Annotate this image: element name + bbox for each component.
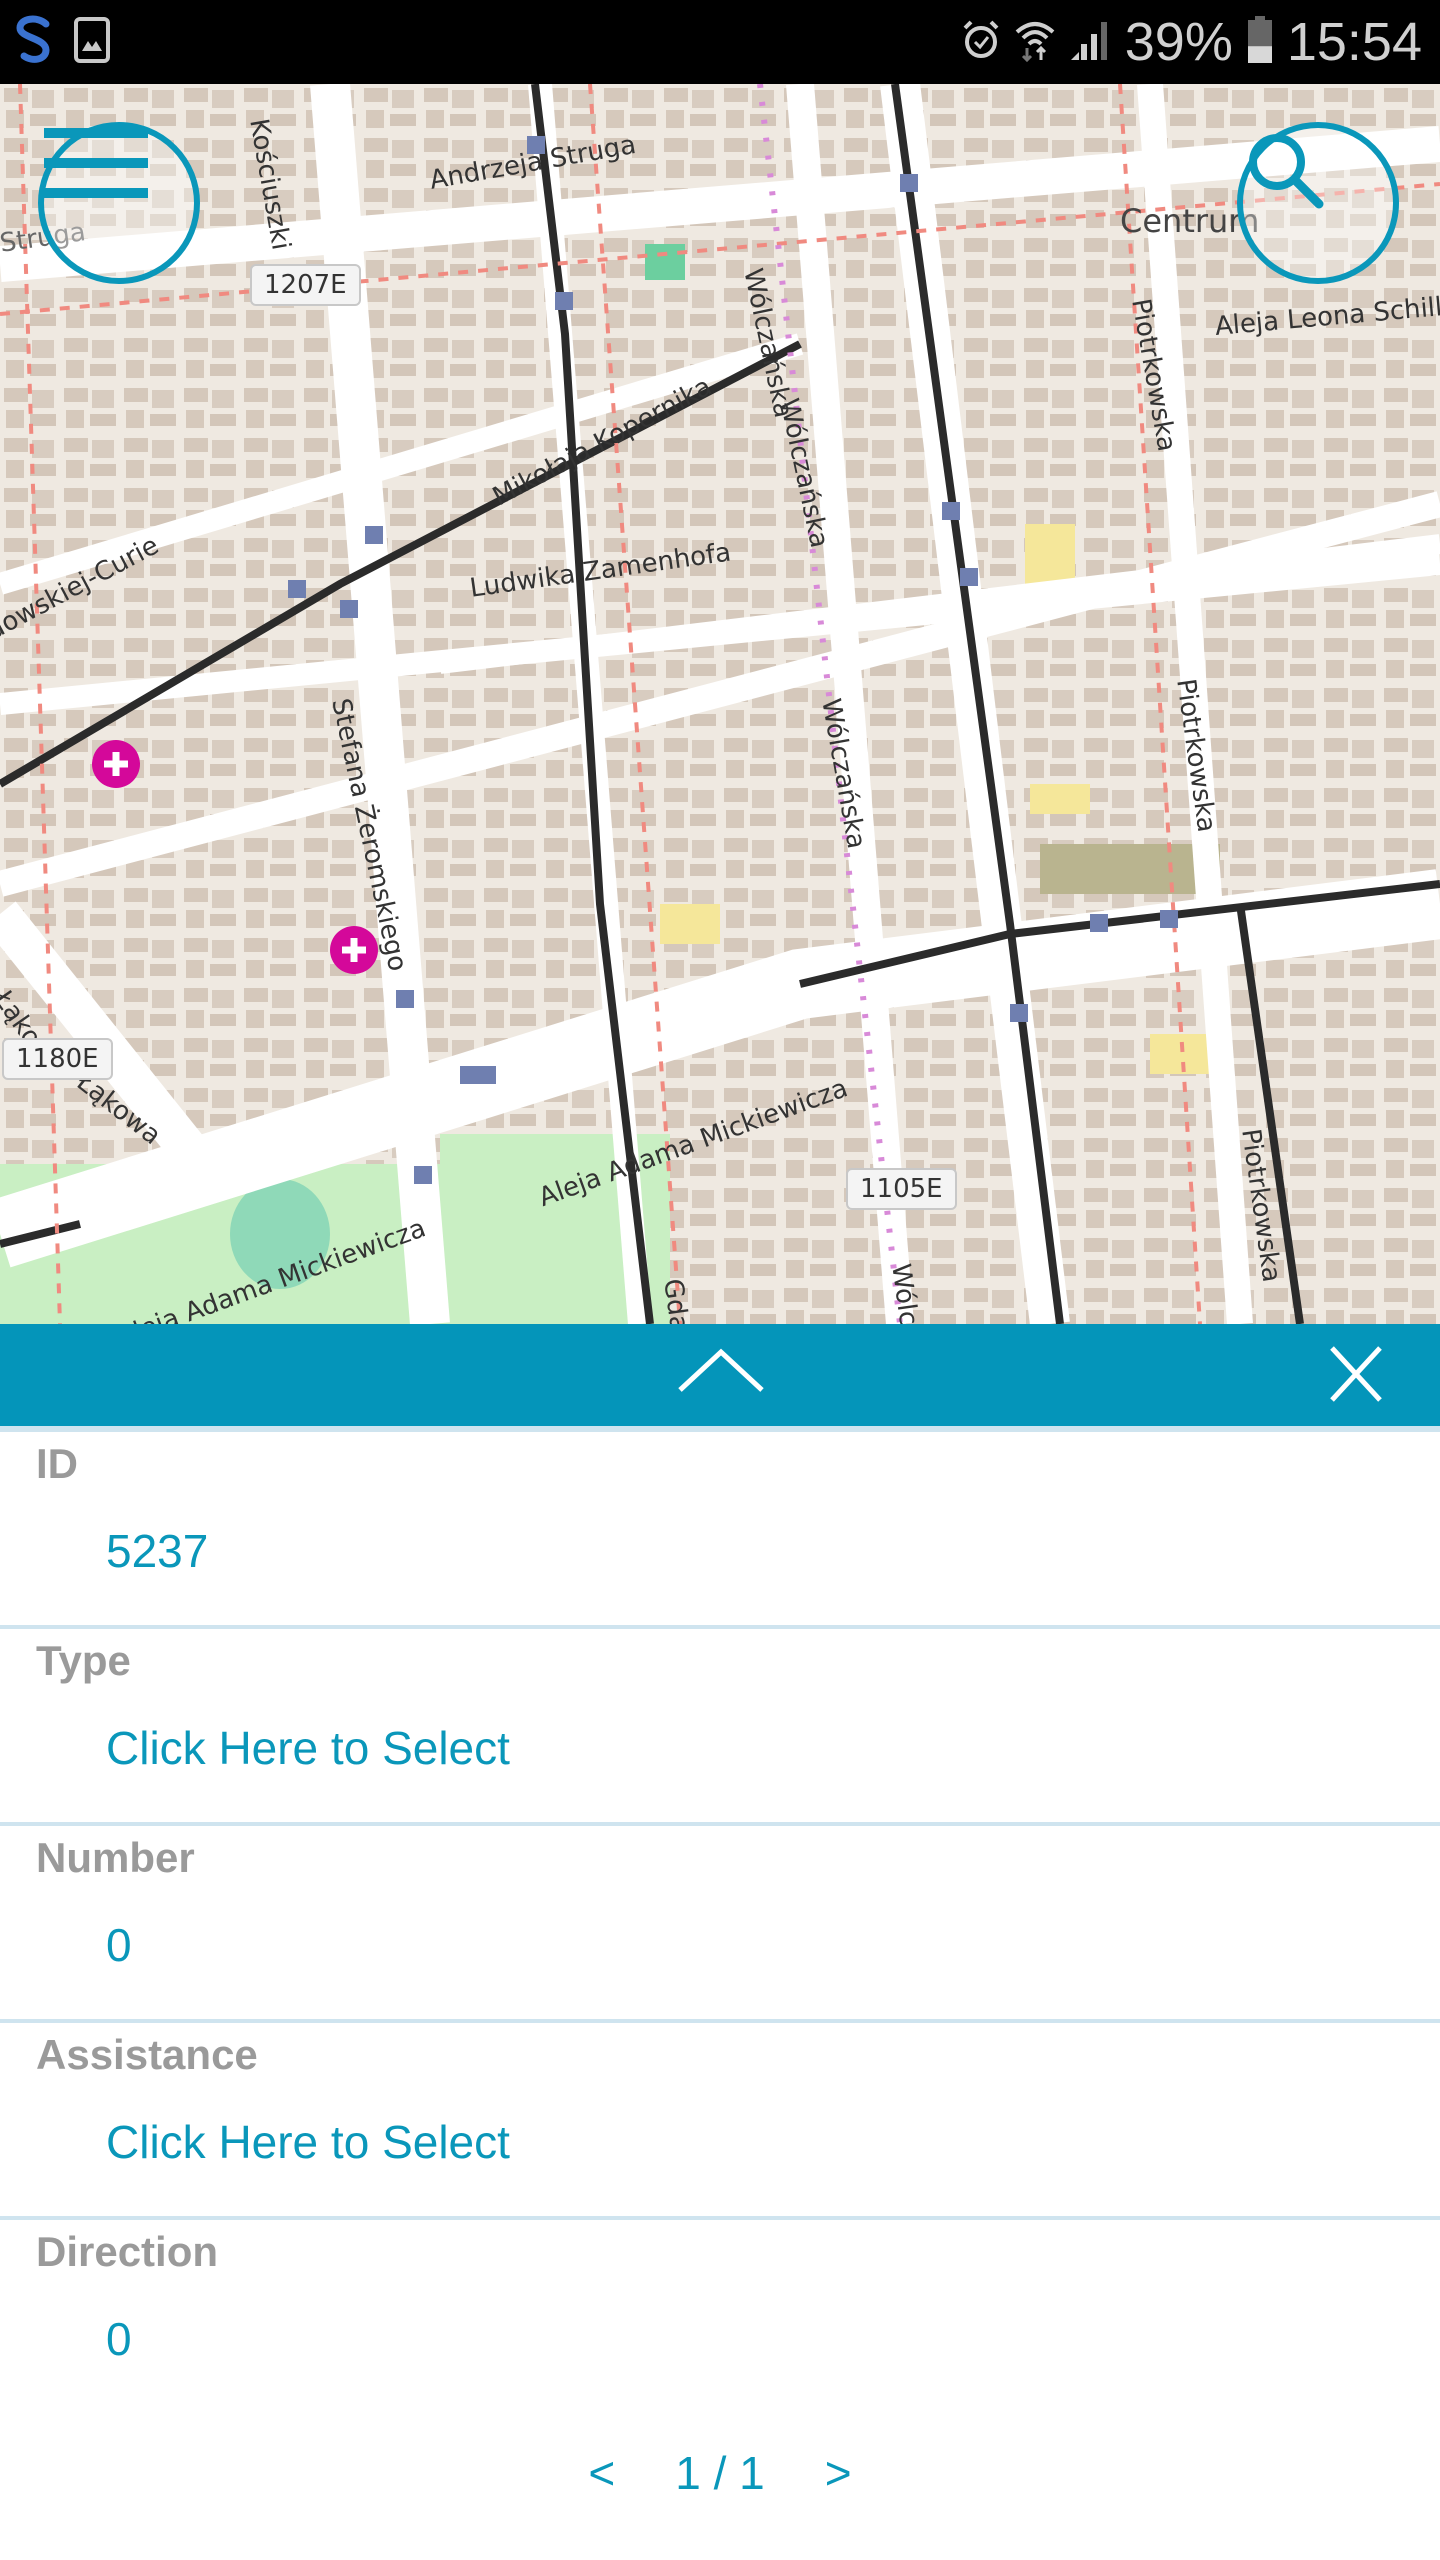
menu-button[interactable]	[38, 122, 200, 284]
prev-page-button[interactable]: <	[588, 2446, 615, 2500]
hospital-icon	[92, 740, 140, 788]
field-value[interactable]: 5237	[106, 1524, 208, 1578]
field-assistance: Assistance Click Here to Select	[0, 2023, 1440, 2220]
battery-percent: 39%	[1124, 12, 1233, 72]
gallery-icon	[74, 17, 110, 68]
attribute-list: ID 5237 Type Click Here to Select Number…	[0, 1432, 1440, 2413]
field-label: Assistance	[36, 2031, 258, 2078]
chevron-up-icon[interactable]	[676, 1346, 766, 1399]
field-label: ID	[36, 1440, 78, 1487]
battery-icon	[1247, 15, 1273, 69]
field-label: Number	[36, 1834, 195, 1881]
samsung-s-icon	[10, 14, 56, 71]
field-label: Type	[36, 1637, 131, 1684]
road-shield: 1207E	[250, 264, 361, 306]
road-shield: 1180E	[2, 1038, 113, 1080]
road-shield: 1105E	[846, 1168, 957, 1210]
status-bar: 39% 15:54	[0, 0, 1440, 84]
field-direction: Direction 0	[0, 2220, 1440, 2413]
number-input[interactable]: 0	[106, 1918, 132, 1972]
clock: 15:54	[1286, 12, 1422, 72]
alarm-icon	[961, 18, 1001, 67]
next-page-button[interactable]: >	[825, 2446, 852, 2500]
pager: < 1 / 1 >	[0, 2440, 1440, 2506]
close-icon[interactable]	[1328, 1344, 1384, 1409]
hospital-icon	[330, 926, 378, 974]
wifi-icon	[1015, 18, 1055, 67]
direction-input[interactable]: 0	[106, 2312, 132, 2366]
field-label: Direction	[36, 2228, 219, 2275]
signal-icon	[1069, 18, 1111, 67]
type-select[interactable]: Click Here to Select	[106, 1721, 510, 1775]
field-number: Number 0	[0, 1826, 1440, 2023]
assistance-select[interactable]: Click Here to Select	[106, 2115, 510, 2169]
field-type: Type Click Here to Select	[0, 1629, 1440, 1826]
panel-header	[0, 1324, 1440, 1432]
map-view[interactable]: Andrzeja Struga Struga Mikołaja Kopernik…	[0, 84, 1440, 1324]
page-indicator: 1 / 1	[675, 2447, 765, 2499]
search-button[interactable]	[1237, 122, 1399, 284]
field-id: ID 5237	[0, 1432, 1440, 1629]
